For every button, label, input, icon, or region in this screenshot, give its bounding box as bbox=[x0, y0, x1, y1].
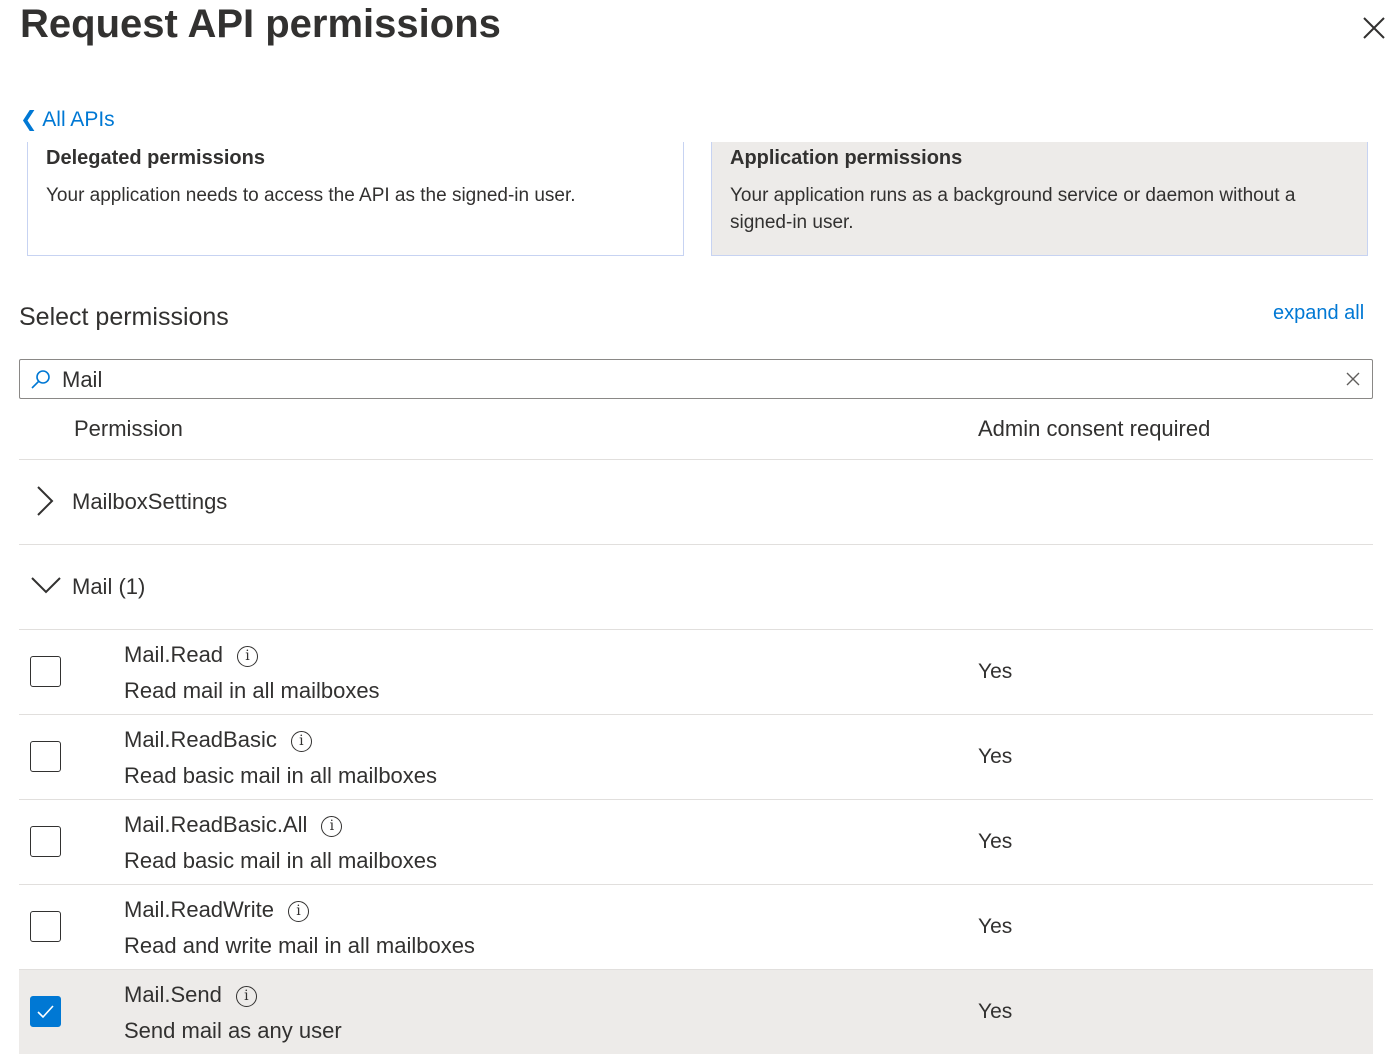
clear-search-icon[interactable] bbox=[1346, 372, 1360, 386]
all-apis-link[interactable]: ❮ All APIs bbox=[20, 107, 115, 132]
admin-consent-value: Yes bbox=[978, 745, 1013, 768]
admin-consent-value: Yes bbox=[978, 915, 1013, 938]
info-icon[interactable]: i bbox=[237, 646, 259, 667]
permission-checkbox[interactable] bbox=[30, 996, 61, 1027]
permission-description: Read basic mail in all mailboxes bbox=[124, 848, 438, 873]
checkmark-icon bbox=[37, 1005, 54, 1019]
info-icon[interactable]: i bbox=[290, 731, 312, 752]
admin-consent-value: Yes bbox=[978, 830, 1013, 853]
group-mail[interactable]: Mail (1) bbox=[19, 545, 1373, 630]
permission-description: Send mail as any user bbox=[124, 1018, 342, 1043]
permission-description: Read basic mail in all mailboxes bbox=[124, 763, 438, 788]
card-description: Your application needs to access the API… bbox=[46, 185, 576, 206]
permission-row[interactable]: Mail.ReadBasic.All i Read basic mail in a… bbox=[19, 799, 1373, 884]
card-title: Delegated permissions bbox=[46, 147, 265, 169]
card-description: Your application runs as a background se… bbox=[730, 185, 1296, 233]
chevron-down-icon bbox=[31, 577, 61, 594]
column-header-admin-consent: Admin consent required bbox=[978, 416, 1211, 441]
permission-name: Mail.Read bbox=[124, 642, 224, 667]
admin-consent-value: Yes bbox=[978, 660, 1013, 683]
info-icon[interactable]: i bbox=[321, 816, 343, 837]
select-permissions-heading: Select permissions bbox=[19, 303, 229, 331]
group-label: Mail (1) bbox=[72, 574, 146, 599]
permission-checkbox[interactable] bbox=[30, 741, 61, 772]
card-title: Application permissions bbox=[730, 147, 963, 169]
permission-name: Mail.ReadBasic bbox=[124, 727, 277, 752]
all-apis-label: All APIs bbox=[42, 108, 115, 131]
close-icon[interactable] bbox=[1360, 14, 1388, 42]
expand-all-link[interactable]: expand all bbox=[1273, 302, 1364, 325]
permission-name: Mail.ReadWrite bbox=[124, 897, 274, 922]
permission-name: Mail.ReadBasic.All bbox=[124, 812, 308, 837]
permission-name: Mail.Send bbox=[124, 982, 222, 1007]
permission-row[interactable]: Mail.Read i Read mail in all mailboxes Ye… bbox=[19, 629, 1373, 714]
permission-row[interactable]: Mail.ReadBasic i Read basic mail in all m… bbox=[19, 714, 1373, 799]
group-label: MailboxSettings bbox=[72, 489, 228, 514]
admin-consent-value: Yes bbox=[978, 1000, 1013, 1023]
permission-description: Read mail in all mailboxes bbox=[124, 678, 380, 703]
delegated-permissions-card[interactable]: Delegated permissions Your application n… bbox=[27, 142, 684, 256]
search-input[interactable]: Mail bbox=[19, 359, 1373, 399]
chevron-left-icon: ❮ bbox=[20, 108, 38, 131]
info-icon[interactable]: i bbox=[235, 986, 257, 1007]
search-value: Mail bbox=[62, 367, 103, 392]
permission-row[interactable]: Mail.Send i Send mail as any user Yes bbox=[19, 969, 1373, 1054]
permission-description: Read and write mail in all mailboxes bbox=[124, 933, 475, 958]
group-mailboxsettings[interactable]: MailboxSettings bbox=[19, 460, 1373, 545]
chevron-right-icon bbox=[37, 486, 54, 516]
permission-checkbox[interactable] bbox=[30, 656, 61, 687]
permission-checkbox[interactable] bbox=[30, 826, 61, 857]
permission-checkbox[interactable] bbox=[30, 911, 61, 942]
search-icon bbox=[31, 370, 50, 389]
permission-row[interactable]: Mail.ReadWrite i Read and write mail in a… bbox=[19, 884, 1373, 969]
page-title: Request API permissions bbox=[20, 2, 501, 46]
application-permissions-card[interactable]: Application permissions Your application… bbox=[711, 142, 1368, 256]
info-icon[interactable]: i bbox=[287, 901, 309, 922]
column-header-permission: Permission bbox=[74, 416, 183, 441]
